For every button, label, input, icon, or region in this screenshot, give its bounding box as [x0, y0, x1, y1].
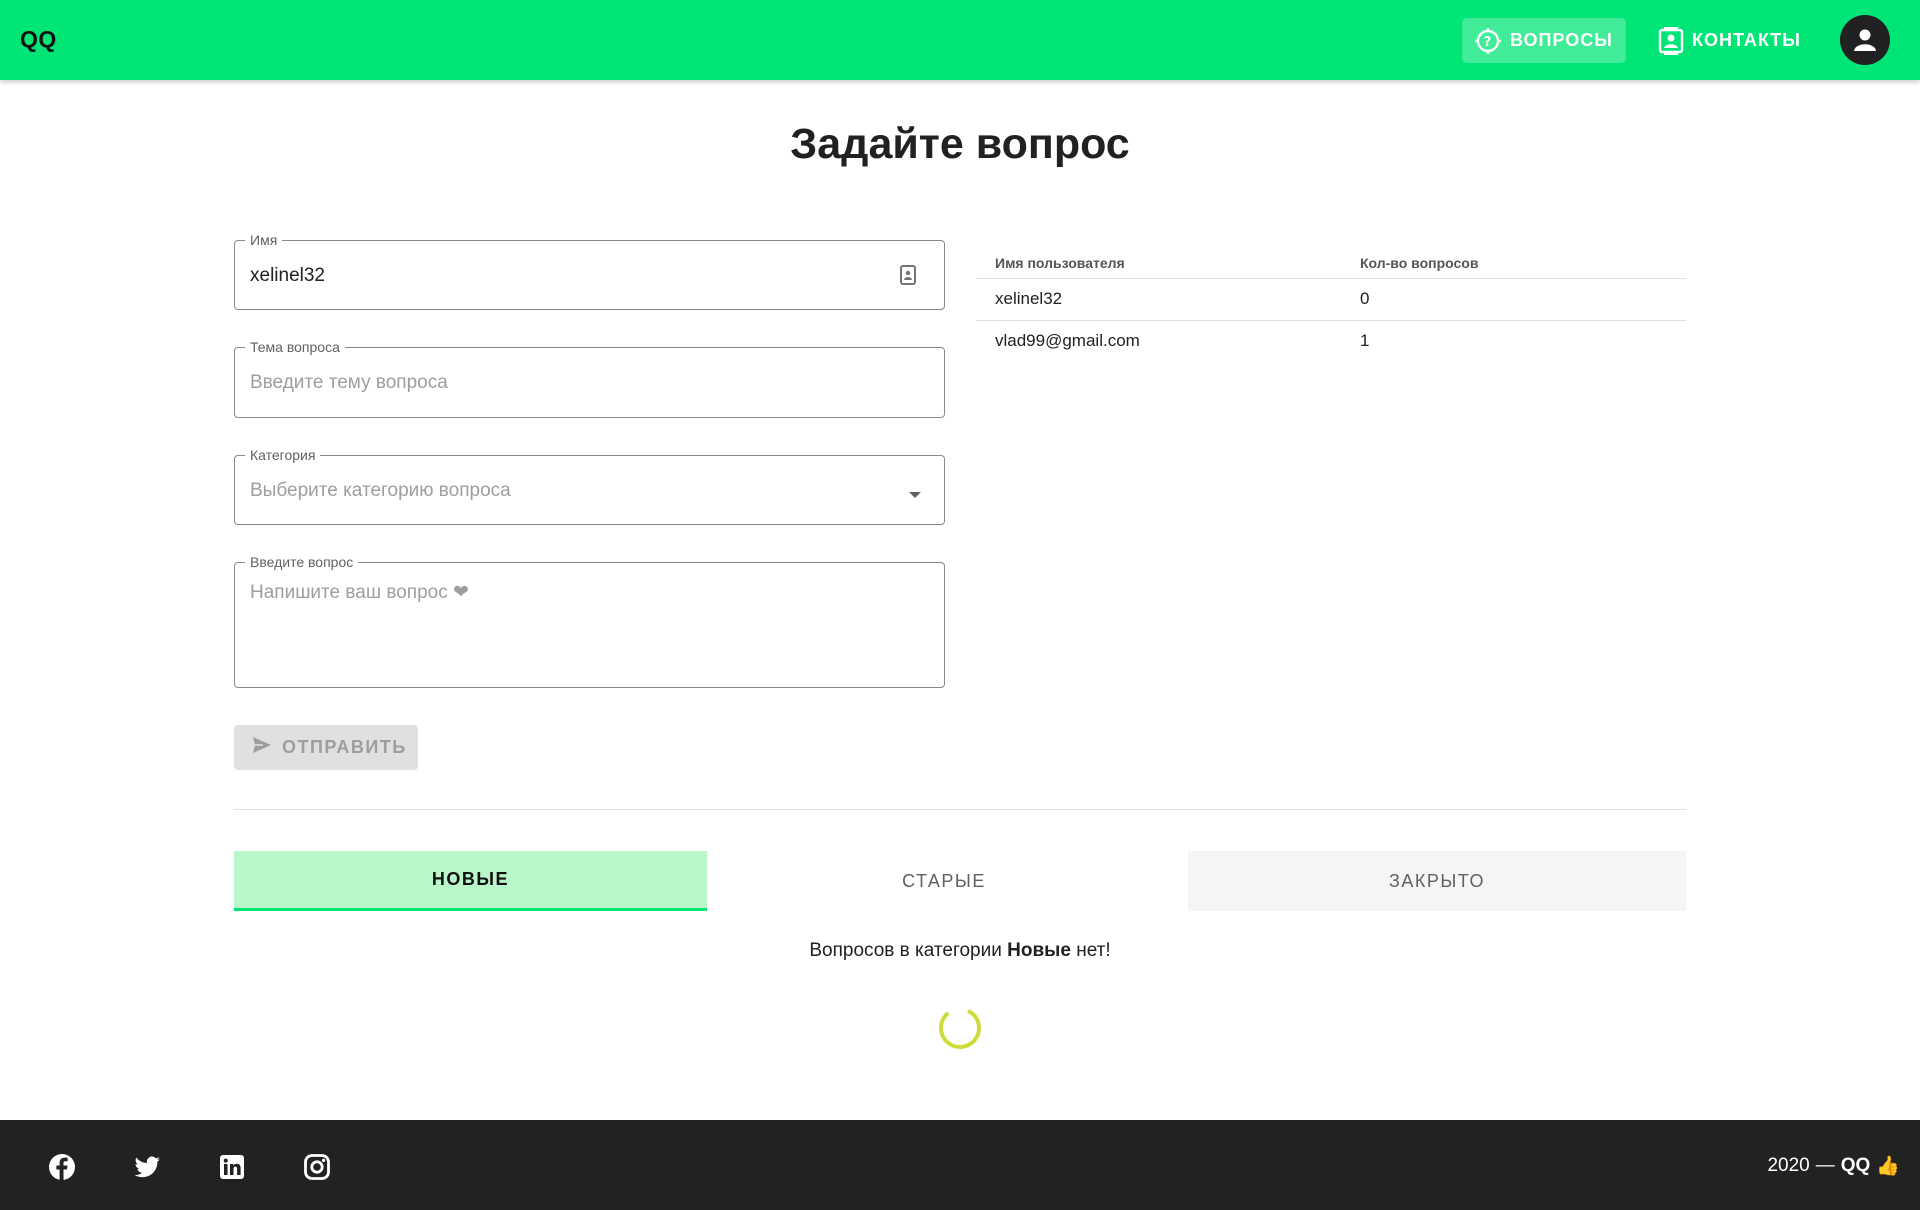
- empty-state-suffix: нет!: [1076, 940, 1111, 961]
- cell-username: vlad99@gmail.com: [995, 331, 1140, 350]
- copyright-year: 2020: [1767, 1155, 1810, 1176]
- question-textarea[interactable]: Введите вопрос Напишите ваш вопрос ❤: [234, 553, 945, 688]
- id-card-icon: [900, 265, 916, 290]
- twitter-icon[interactable]: [133, 1153, 161, 1181]
- account-button[interactable]: [1840, 15, 1890, 65]
- copyright: 2020 — QQ 👍: [1767, 1154, 1900, 1178]
- nav-questions-label: ВОПРОСЫ: [1510, 30, 1613, 50]
- table-header-row: Имя пользователя Кол-во вопросов: [976, 240, 1686, 279]
- section-divider: [234, 809, 1686, 810]
- svg-text:?: ?: [1484, 35, 1493, 50]
- cell-question-count: 1: [1360, 331, 1370, 350]
- send-button[interactable]: ОТПРАВИТЬ: [234, 725, 418, 770]
- question-textarea-placeholder[interactable]: Напишите ваш вопрос ❤: [250, 581, 469, 604]
- question-tabs: НОВЫЕ СТАРЫЕ ЗАКРЫТО: [234, 851, 1686, 911]
- cell-username: xelinel32: [976, 278, 1341, 321]
- contacts-card-icon: [1658, 26, 1684, 55]
- category-select-placeholder[interactable]: Выберите категорию вопроса: [250, 480, 511, 502]
- dropdown-arrow-icon[interactable]: [908, 486, 922, 504]
- thumbs-up-icon: 👍: [1876, 1156, 1900, 1177]
- empty-state-message: Вопросов в категории Новые нет!: [0, 940, 1920, 962]
- topic-field-placeholder[interactable]: Введите тему вопроса: [250, 372, 448, 394]
- name-field-value[interactable]: xelinel32: [250, 265, 325, 287]
- cell-question-count: 0: [1341, 278, 1686, 321]
- page-title: Задайте вопрос: [790, 120, 1130, 168]
- nav-contacts-button[interactable]: КОНТАКТЫ: [1648, 18, 1818, 63]
- empty-state-prefix: Вопросов в категории: [809, 940, 1002, 961]
- column-header-username: Имя пользователя: [976, 240, 1341, 279]
- nav-contacts-label: КОНТАКТЫ: [1692, 30, 1801, 50]
- category-select-label: Категория: [245, 446, 321, 464]
- nav-questions-button[interactable]: ? ВОПРОСЫ: [1462, 18, 1626, 63]
- column-header-question-count: Кол-во вопросов: [1341, 240, 1686, 279]
- name-field-label: Имя: [245, 231, 283, 249]
- topic-field[interactable]: Тема вопроса Введите тему вопроса: [234, 338, 945, 418]
- users-table: Имя пользователя Кол-во вопросов xelinel…: [976, 240, 1686, 362]
- brand-logo[interactable]: QQ: [20, 26, 57, 53]
- footer: 2020 — QQ 👍: [0, 1120, 1920, 1210]
- instagram-icon[interactable]: [303, 1153, 331, 1181]
- name-field[interactable]: Имя xelinel32: [234, 231, 945, 310]
- send-icon: [252, 736, 272, 759]
- empty-state-category: Новые: [1007, 940, 1071, 961]
- facebook-icon[interactable]: [48, 1153, 76, 1181]
- account-icon: [1854, 29, 1876, 51]
- tab-old[interactable]: СТАРЫЕ: [707, 851, 1181, 911]
- loading-spinner: [938, 1006, 982, 1050]
- topic-field-label: Тема вопроса: [245, 338, 345, 356]
- table-row: xelinel32 0: [976, 278, 1686, 321]
- copyright-brand: QQ: [1840, 1155, 1871, 1176]
- table-row: vlad99@gmail.com 1: [976, 320, 1686, 362]
- tab-new[interactable]: НОВЫЕ: [234, 851, 707, 911]
- question-target-icon: ?: [1474, 27, 1502, 55]
- tab-closed[interactable]: ЗАКРЫТО: [1188, 851, 1686, 911]
- linkedin-icon[interactable]: [218, 1153, 246, 1181]
- copyright-dash: —: [1815, 1155, 1835, 1176]
- question-textarea-label: Введите вопрос: [245, 553, 359, 571]
- send-button-label: ОТПРАВИТЬ: [282, 737, 407, 757]
- app-bar: QQ ? ВОПРОСЫ КОНТАКТЫ: [0, 0, 1920, 80]
- category-select[interactable]: Категория Выберите категорию вопроса: [234, 446, 945, 525]
